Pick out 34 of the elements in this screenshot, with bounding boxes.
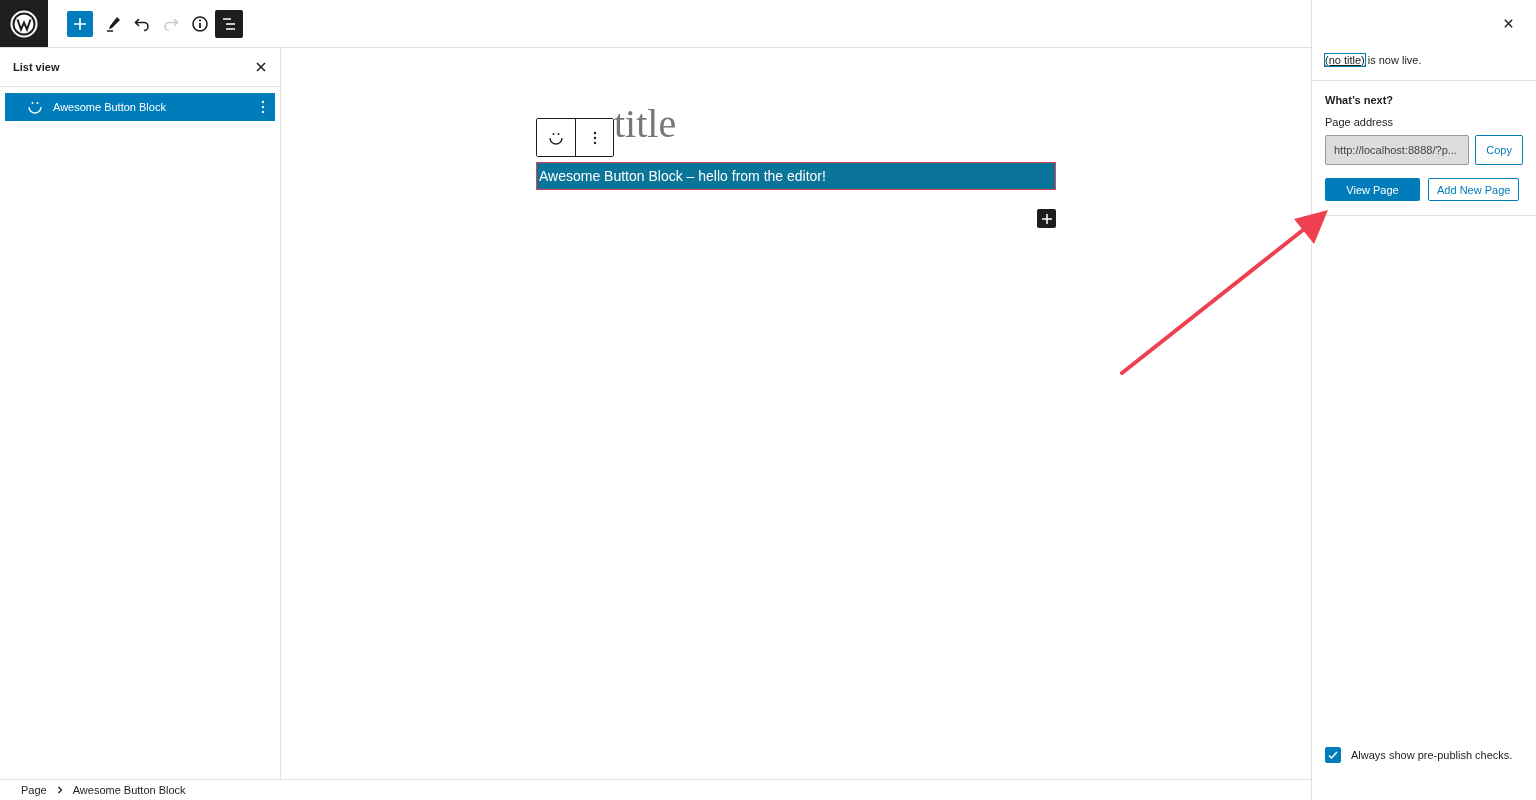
smiley-icon: [27, 100, 43, 114]
button-block[interactable]: Awesome Button Block – hello from the editor!: [536, 162, 1056, 190]
info-icon: [191, 14, 209, 33]
smiley-icon: [548, 130, 564, 145]
checkmark-icon: [1327, 749, 1339, 761]
checkbox-label[interactable]: Always show pre-publish checks.: [1351, 749, 1513, 761]
breadcrumb-link[interactable]: Awesome Button Block: [72, 784, 186, 796]
plus-icon: [72, 15, 88, 32]
post-link[interactable]: (no title): [1325, 54, 1365, 66]
pencil-icon: [104, 14, 122, 33]
close-icon[interactable]: [1503, 18, 1514, 29]
more-options-icon[interactable]: [261, 100, 265, 114]
address-field[interactable]: http://localhost:8888/?p...: [1325, 135, 1470, 165]
add-new-page-button[interactable]: Add New Page: [1428, 178, 1520, 201]
logo-button[interactable]: [0, 0, 48, 47]
panel-title: List view: [13, 61, 60, 73]
breadcrumb-link[interactable]: Page: [21, 784, 47, 796]
notice-text: is now live.: [1367, 54, 1422, 66]
logo-icon: [10, 9, 38, 38]
field-label: Page address: [1325, 116, 1394, 128]
chevron-icon: [56, 786, 63, 794]
list-view-button[interactable]: [215, 9, 243, 38]
checkbox[interactable]: [1325, 747, 1341, 763]
options-button[interactable]: [575, 119, 613, 156]
add-block-button[interactable]: [1037, 209, 1056, 228]
view-page-button[interactable]: View Page: [1325, 178, 1420, 201]
title-placeholder[interactable]: title: [614, 101, 677, 146]
plus-icon: [1040, 212, 1053, 225]
close-icon[interactable]: [255, 61, 267, 73]
copy-button[interactable]: Copy: [1475, 135, 1523, 165]
section-heading: What’s next?: [1325, 94, 1395, 106]
more-options-icon: [592, 130, 597, 145]
add-button[interactable]: [67, 10, 93, 37]
list-item[interactable]: Awesome Button Block: [5, 93, 275, 121]
